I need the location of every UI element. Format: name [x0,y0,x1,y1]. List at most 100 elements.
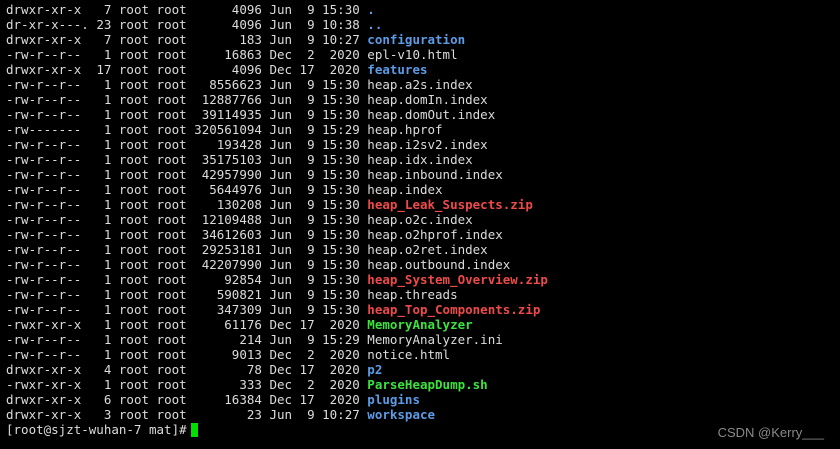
file-month: Dec [261,377,293,392]
file-name[interactable]: heap.o2hprof.index [367,227,502,242]
file-name[interactable]: .. [367,17,382,32]
file-name[interactable]: heap_Leak_Suspects.zip [367,197,533,212]
file-meta: -rw-r--r-- 1 root root 8556623 Jun 9 15:… [6,77,360,92]
file-group: root [149,362,187,377]
file-month: Jun [261,302,293,317]
file-name[interactable]: heap.threads [367,287,457,302]
file-perms: drwxr-xr-x [6,407,89,422]
file-name[interactable]: heap.idx.index [367,152,472,167]
file-name[interactable]: MemoryAnalyzer [367,317,472,332]
file-name[interactable]: . [367,2,375,17]
file-meta: drwxr-xr-x 17 root root 4096 Dec 17 2020 [6,62,360,77]
ls-row: -rw-r--r-- 1 root root 12887766 Jun 9 15… [6,92,836,107]
file-owner: root [111,317,150,332]
file-meta: -rw-r--r-- 1 root root 130208 Jun 9 15:3… [6,197,360,212]
file-links: 1 [88,107,112,122]
file-name[interactable]: heap_System_Overview.zip [367,272,548,287]
file-meta: -rw-r--r-- 1 root root 5644976 Jun 9 15:… [6,182,360,197]
file-day: 9 [292,17,315,32]
ls-row: -rw-r--r-- 1 root root 130208 Jun 9 15:3… [6,197,836,212]
prompt-line[interactable]: [root@sjzt-wuhan-7 mat]# [6,422,836,437]
file-name[interactable]: configuration [367,32,465,47]
file-meta: -rw-r--r-- 1 root root 16863 Dec 2 2020 [6,47,360,62]
ls-row: drwxr-xr-x 17 root root 4096 Dec 17 2020… [6,62,836,77]
file-size: 4096 [186,62,262,77]
ls-output: drwxr-xr-x 7 root root 4096 Jun 9 15:30 … [6,2,836,422]
file-group: root [149,47,187,62]
file-name[interactable]: heap.o2ret.index [367,242,487,257]
file-name[interactable]: heap.o2c.index [367,212,472,227]
file-owner: root [111,362,150,377]
file-links: 1 [88,227,112,242]
file-name[interactable]: epl-v10.html [367,47,457,62]
file-size: 193428 [186,137,262,152]
file-day: 9 [292,107,315,122]
file-time: 15:30 [314,152,360,167]
file-time: 15:30 [314,137,360,152]
file-time: 15:29 [314,122,360,137]
file-name[interactable]: heap.domIn.index [367,92,487,107]
file-month: Jun [261,107,293,122]
file-month: Jun [261,77,293,92]
file-month: Jun [261,287,293,302]
file-size: 5644976 [186,182,262,197]
file-month: Dec [261,347,293,362]
file-month: Jun [261,32,293,47]
file-month: Jun [261,92,293,107]
file-size: 8556623 [186,77,262,92]
file-time: 15:29 [314,332,360,347]
ls-row: -rw-r--r-- 1 root root 193428 Jun 9 15:3… [6,137,836,152]
file-month: Jun [261,407,293,422]
file-name[interactable]: ParseHeapDump.sh [367,377,487,392]
file-name[interactable]: heap.i2sv2.index [367,137,487,152]
shell-prompt: [root@sjzt-wuhan-7 mat]# [6,422,187,437]
file-name[interactable]: heap.hprof [367,122,442,137]
file-size: 35175103 [186,152,262,167]
file-day: 9 [292,122,315,137]
terminal-window[interactable]: drwxr-xr-x 7 root root 4096 Jun 9 15:30 … [6,2,836,437]
file-name[interactable]: heap.outbound.index [367,257,510,272]
file-time: 15:30 [314,167,360,182]
file-group: root [149,287,187,302]
file-day: 9 [292,332,315,347]
ls-row: -rw-r--r-- 1 root root 42957990 Jun 9 15… [6,167,836,182]
file-name[interactable]: heap_Top_Components.zip [367,302,540,317]
file-perms: -rw-r--r-- [6,347,89,362]
file-perms: -rw-r--r-- [6,212,89,227]
file-name[interactable]: workspace [367,407,435,422]
file-size: 333 [186,377,262,392]
file-month: Jun [261,332,293,347]
file-name[interactable]: notice.html [367,347,450,362]
file-time: 10:27 [314,32,360,47]
file-owner: root [111,62,150,77]
file-name[interactable]: heap.a2s.index [367,77,472,92]
file-group: root [149,167,187,182]
file-perms: -rw-r--r-- [6,137,89,152]
file-month: Jun [261,227,293,242]
file-group: root [149,107,187,122]
file-month: Jun [261,137,293,152]
file-day: 2 [292,347,315,362]
file-meta: -rw-r--r-- 1 root root 12887766 Jun 9 15… [6,92,360,107]
file-group: root [149,77,187,92]
file-name[interactable]: heap.domOut.index [367,107,495,122]
file-size: 4096 [186,2,262,17]
file-name[interactable]: heap.index [367,182,442,197]
file-owner: root [111,392,150,407]
file-day: 2 [292,377,315,392]
file-links: 1 [88,137,112,152]
file-group: root [149,92,187,107]
file-day: 9 [292,77,315,92]
file-perms: -rw-r--r-- [6,302,89,317]
file-size: 320561094 [186,122,262,137]
file-name[interactable]: p2 [367,362,382,377]
file-name[interactable]: plugins [367,392,420,407]
file-month: Jun [261,182,293,197]
file-owner: root [111,122,150,137]
file-owner: root [111,257,150,272]
file-meta: -rw-r--r-- 1 root root 39114935 Jun 9 15… [6,107,360,122]
ls-row: -rw-r--r-- 1 root root 29253181 Jun 9 15… [6,242,836,257]
file-name[interactable]: heap.inbound.index [367,167,502,182]
file-name[interactable]: MemoryAnalyzer.ini [367,332,502,347]
file-name[interactable]: features [367,62,427,77]
